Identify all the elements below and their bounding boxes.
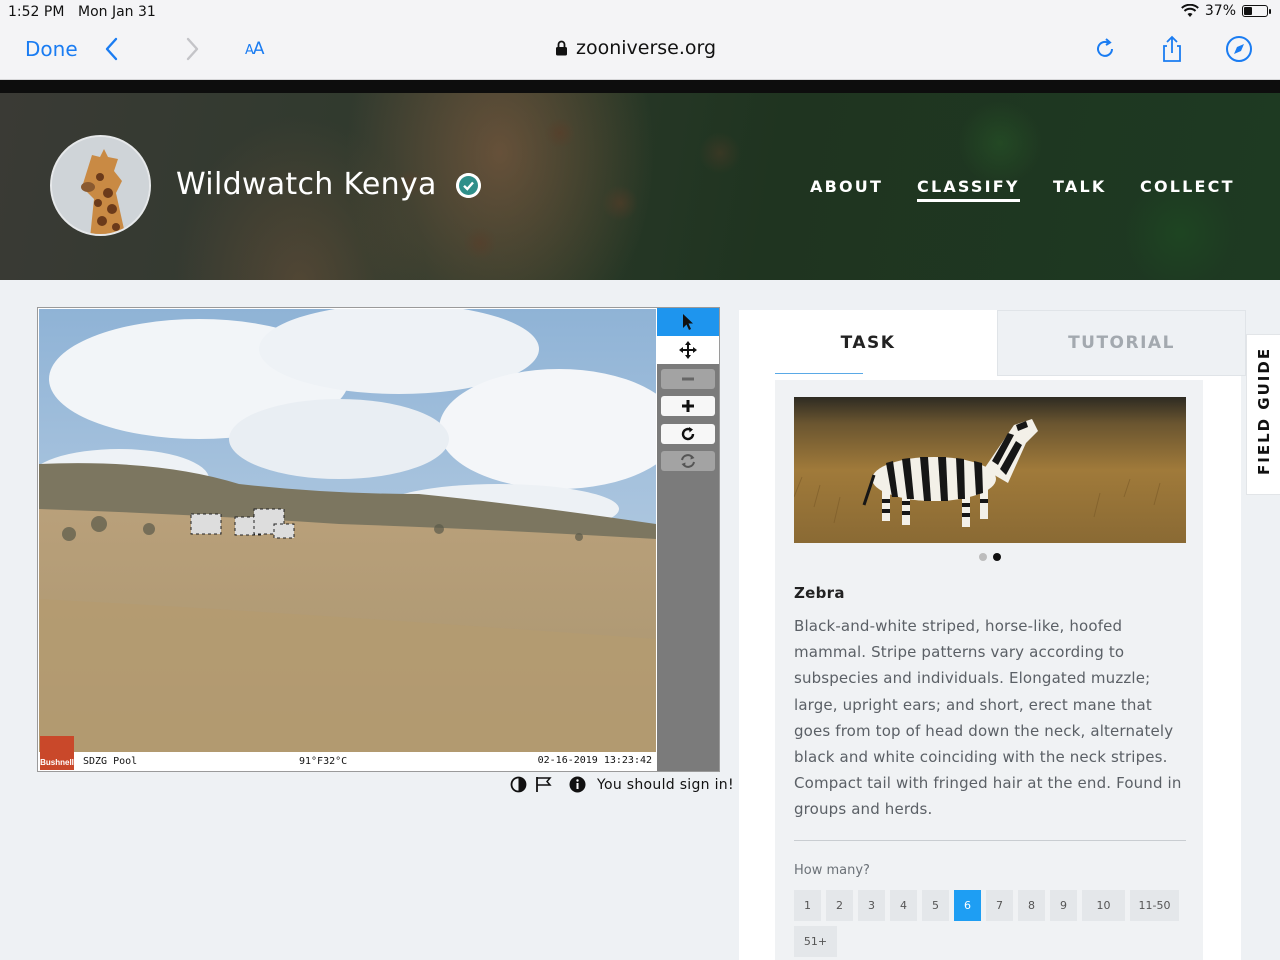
species-card: Zebra Black-and-white striped, horse-lik…: [775, 380, 1203, 960]
image-carousel-dots: [794, 553, 1186, 561]
carousel-dot-2[interactable]: [993, 553, 1001, 561]
species-image: [794, 397, 1186, 543]
move-tool-button[interactable]: [657, 336, 719, 364]
status-date: Mon Jan 31: [78, 4, 156, 20]
count-11-50[interactable]: 11-50: [1130, 889, 1179, 921]
reset-button[interactable]: [661, 451, 715, 471]
nav-about[interactable]: ABOUT: [810, 177, 883, 196]
tab-task[interactable]: TASK: [739, 310, 997, 376]
rotate-icon: [681, 427, 695, 441]
camera-timestamp: 02-16-2019 13:23:42: [537, 755, 652, 766]
image-toolbar: [657, 308, 719, 771]
status-right: 37%: [1180, 3, 1271, 19]
lock-icon: [556, 40, 567, 56]
task-panel: TASK TUTORIAL Zebra Black-and-white stri…: [739, 310, 1246, 960]
done-button[interactable]: Done: [25, 37, 78, 61]
count-3[interactable]: 3: [858, 889, 885, 921]
pointer-icon: [683, 314, 693, 330]
zoom-in-button[interactable]: [661, 396, 715, 416]
project-header: Wildwatch Kenya ABOUT CLASSIFY TALK COLL…: [0, 93, 1280, 280]
count-51-plus[interactable]: 51+: [794, 925, 837, 957]
select-tool-button[interactable]: [657, 308, 719, 336]
divider: [794, 839, 1186, 841]
text-size-button[interactable]: AA: [245, 39, 265, 59]
count-10[interactable]: 10: [1082, 889, 1125, 921]
field-guide-button[interactable]: FIELD GUIDE: [1246, 334, 1280, 495]
browser-toolbar: Done AA zooniverse.org: [0, 24, 1280, 80]
giraffe-avatar-image: [52, 137, 149, 234]
how-many-label: How many?: [794, 862, 870, 878]
viewer-actions: You should sign in!: [510, 776, 734, 793]
flag-icon[interactable]: [535, 776, 553, 793]
nav-talk[interactable]: TALK: [1053, 177, 1106, 196]
project-avatar[interactable]: [50, 135, 151, 236]
share-icon[interactable]: [1157, 34, 1187, 64]
nav-collect[interactable]: COLLECT: [1140, 177, 1235, 196]
species-name: Zebra: [794, 584, 845, 602]
forward-icon[interactable]: [180, 34, 204, 64]
count-5[interactable]: 5: [922, 889, 949, 921]
count-6[interactable]: 6: [954, 889, 981, 921]
tab-tutorial[interactable]: TUTORIAL: [997, 310, 1246, 376]
minus-icon: [682, 377, 694, 381]
count-9[interactable]: 9: [1050, 889, 1077, 921]
url-text: zooniverse.org: [576, 37, 717, 59]
status-bar: 1:52 PM Mon Jan 31 37%: [0, 0, 1280, 24]
nav-classify[interactable]: CLASSIFY: [917, 177, 1020, 202]
reload-icon[interactable]: [1090, 34, 1120, 64]
wifi-icon: [1180, 4, 1199, 17]
project-title[interactable]: Wildwatch Kenya: [176, 167, 437, 202]
status-time: 1:52 PM: [8, 4, 65, 20]
sign-in-note: You should sign in!: [597, 776, 734, 793]
camera-temperature: 91°F32°C: [299, 756, 348, 767]
subject-viewer: Bushnell SDZG Pool 91°F32°C 02-16-2019 1…: [37, 307, 720, 772]
plus-icon: [682, 400, 694, 412]
compass-icon[interactable]: [1224, 34, 1254, 64]
subject-image[interactable]: [39, 309, 656, 752]
verified-badge-icon: [456, 173, 481, 198]
field-guide-label: FIELD GUIDE: [1255, 346, 1273, 475]
species-description: Black-and-white striped, horse-like, hoo…: [794, 617, 1182, 819]
camera-brand-logo: Bushnell: [40, 736, 74, 770]
camera-info-strip: Bushnell SDZG Pool 91°F32°C 02-16-2019 1…: [39, 736, 656, 771]
count-2[interactable]: 2: [826, 889, 853, 921]
move-icon: [679, 341, 697, 359]
invert-colors-icon[interactable]: [510, 776, 527, 793]
count-options: 1 2 3 4 5 6 7 8 9 10 11-50 51+: [794, 889, 1194, 957]
zoom-out-button[interactable]: [661, 369, 715, 389]
carousel-dot-1[interactable]: [979, 553, 987, 561]
back-icon[interactable]: [100, 34, 124, 64]
top-divider: [0, 80, 1280, 93]
battery-icon: [1242, 5, 1271, 17]
count-8[interactable]: 8: [1018, 889, 1045, 921]
reset-icon: [681, 454, 695, 468]
count-7[interactable]: 7: [986, 889, 1013, 921]
battery-percent: 37%: [1204, 3, 1236, 19]
count-1[interactable]: 1: [794, 889, 821, 921]
rotate-button[interactable]: [661, 424, 715, 444]
camera-id: SDZG Pool: [83, 756, 138, 767]
count-4[interactable]: 4: [890, 889, 917, 921]
address-bar[interactable]: zooniverse.org: [555, 37, 716, 59]
tab-task-underline: [775, 373, 863, 374]
info-icon[interactable]: [569, 776, 586, 793]
